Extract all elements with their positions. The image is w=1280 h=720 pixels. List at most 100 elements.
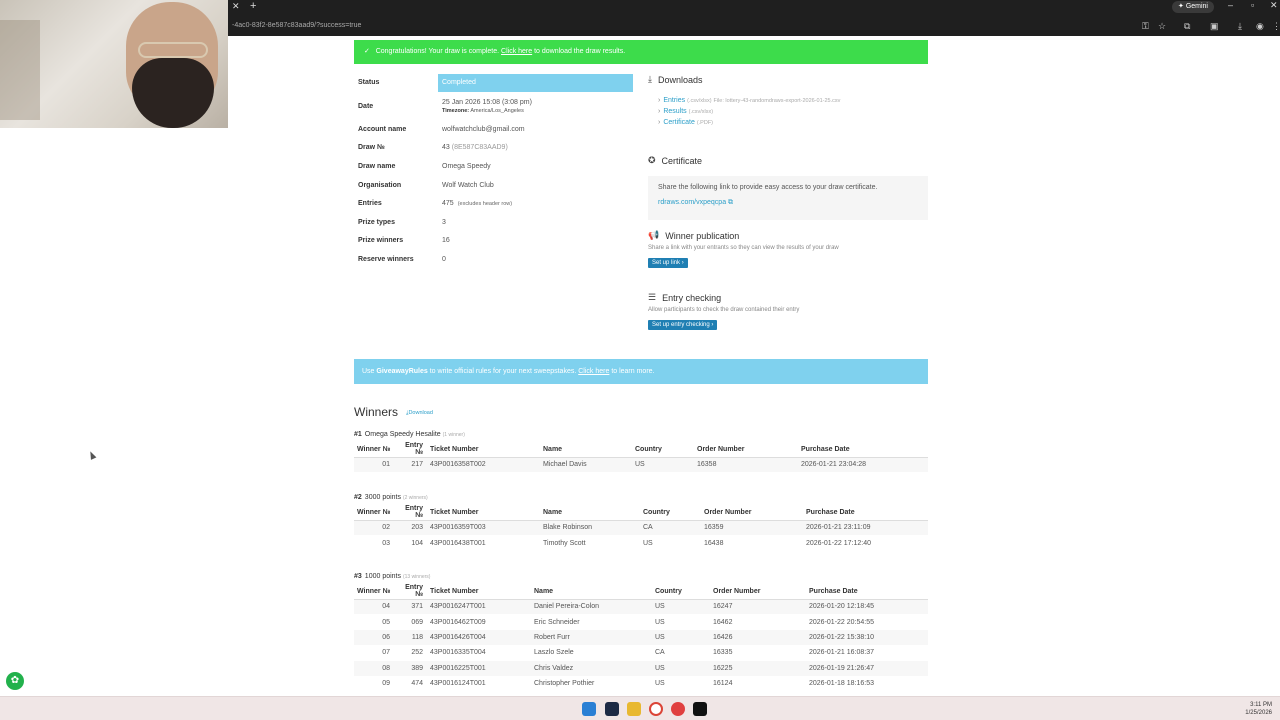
detail-label: Prize types <box>358 218 395 226</box>
webcam-overlay <box>0 0 228 128</box>
drawno-id: (8E587C83AAD9) <box>451 144 508 152</box>
table-cell: 16359 <box>701 520 803 536</box>
table-cell: 43P0016247T001 <box>427 599 531 615</box>
detail-row-drawname: Draw name Omega Speedy <box>354 158 633 177</box>
banner-download-link[interactable]: Click here <box>501 48 532 55</box>
info-link[interactable]: Click here <box>578 368 609 375</box>
table-cell: 07 <box>382 649 390 657</box>
extensions-icon[interactable]: ⧉ <box>1184 21 1190 32</box>
download-entries-ext: (.csv/xlsx) <box>687 98 712 104</box>
certificate-text: Share the following link to provide easy… <box>658 184 878 191</box>
table-header-row: Winner № Entry № Ticket Number Name Country O… <box>354 505 928 521</box>
gemini-button[interactable]: ✦ Gemini <box>1172 1 1214 13</box>
table-cell: 2026-01-21 16:08:37 <box>809 649 874 657</box>
menu-icon[interactable]: ⋮ <box>1272 21 1280 32</box>
banner-suffix: to download the draw results. <box>534 48 626 55</box>
tiktok-app-icon[interactable] <box>693 702 707 716</box>
download-results-link[interactable]: › Results (.csv/xlsx) <box>658 108 928 115</box>
table-cell: 03 <box>382 539 390 547</box>
clock-time: 3:11 PM <box>1250 702 1272 708</box>
download-icon[interactable]: ⤓ <box>1238 21 1242 32</box>
table-cell: CA <box>640 520 701 536</box>
table-cell: 371 <box>394 599 427 615</box>
certificate-link-text: rdraws.com/vxpeqcpa <box>658 199 727 206</box>
copy-icon[interactable]: ⧉ <box>728 199 733 206</box>
column-header: Country <box>652 584 710 600</box>
detail-value: wolfwatchclub@gmail.com <box>442 125 525 133</box>
winners-title: Winners <box>354 405 399 419</box>
status-badge: Completed <box>438 74 633 92</box>
download-certificate-link[interactable]: › Certificate (.PDF) <box>658 119 928 126</box>
table-cell: 104 <box>411 539 423 547</box>
check-icon: ✓ <box>364 48 370 55</box>
column-header: Purchase Date <box>803 505 928 521</box>
info-prefix: Use <box>362 368 375 375</box>
download-entries-link[interactable]: › Entries (.csv/xlsx) File: lottery-43-ra… <box>658 97 928 104</box>
table-cell: 09 <box>382 680 390 688</box>
winners-download-link[interactable]: ⤓Download <box>406 410 433 417</box>
info-brand: GiveawayRules <box>376 368 428 375</box>
downloads-section: ⤓ Downloads › Entries (.csv/xlsx) File: lo… <box>648 74 928 130</box>
table-cell: US <box>652 599 710 615</box>
setup-entry-checking-label: Set up entry checking <box>652 322 710 328</box>
detail-row-entries: Entries 475 (excludes header row) <box>354 195 633 214</box>
table-cell: 069 <box>411 618 423 626</box>
table-cell: 02 <box>354 520 394 536</box>
table-cell: 217 <box>394 457 427 473</box>
address-bar[interactable]: -4ac0-83f2-8e587c83aad9/?success=true <box>232 22 361 29</box>
profile-icon[interactable]: ◉ <box>1256 21 1264 32</box>
table-cell: 2026-01-21 23:04:28 <box>798 457 928 473</box>
recording-app-icon[interactable] <box>671 702 685 716</box>
key-icon[interactable]: ⚿ <box>1142 21 1149 32</box>
table-cell: 43P0016335T004 <box>430 649 486 657</box>
table-cell: Christopher Pothier <box>534 680 595 688</box>
close-window-icon[interactable]: ✕ <box>1270 0 1278 11</box>
system-clock[interactable]: 3:11 PM 1/25/2026 <box>1245 701 1272 717</box>
file-explorer-icon[interactable] <box>627 702 641 716</box>
terminal-app-icon[interactable] <box>605 702 619 716</box>
detail-value: 25 Jan 2026 15:08 (3:08 pm) Timezone: Am… <box>438 93 633 120</box>
detail-value: 3 <box>442 218 446 226</box>
table-cell: 474 <box>411 680 423 688</box>
windows-start-icon[interactable] <box>582 702 596 716</box>
column-header: Winner № <box>354 584 394 600</box>
table-cell: 16124 <box>713 680 733 688</box>
setup-link-button[interactable]: Set up link › <box>648 258 688 268</box>
detail-row-org: Organisation Wolf Watch Club <box>354 176 633 195</box>
setup-entry-checking-button[interactable]: Set up entry checking › <box>648 320 718 330</box>
table-cell: US <box>655 680 665 688</box>
table-cell: 389 <box>394 660 427 676</box>
table-header-row: Winner № Entry № Ticket Number Name Country O… <box>354 584 928 600</box>
table-cell: Michael Davis <box>540 457 632 473</box>
detail-row-reserve: Reserve winners 0 <box>354 251 633 270</box>
minimize-icon[interactable]: – <box>1228 0 1233 10</box>
table-cell: 16358 <box>694 457 798 473</box>
chrome-app-icon[interactable] <box>649 702 663 716</box>
table-cell: 04 <box>354 599 394 615</box>
prize-heading: #3 1000 points (13 winners) <box>354 573 430 580</box>
sidepanel-icon[interactable]: ▣ <box>1210 21 1219 32</box>
table-row: 05 069 43P0016462T009 Eric Schneider US 16462… <box>354 614 928 629</box>
table-cell: 43P0016358T002 <box>427 457 540 473</box>
winners-table: Winner № Entry № Ticket Number Name Country O… <box>354 442 928 473</box>
table-header-row: Winner № Entry № Ticket Number Name Country O… <box>354 442 928 458</box>
setup-link-label: Set up link <box>652 260 681 266</box>
table-row: 08 389 43P0016225T001 Chris Valdez US 16225 20… <box>354 660 928 676</box>
column-header: Name <box>540 505 640 521</box>
maximize-icon[interactable]: ▫ <box>1251 0 1254 10</box>
cookie-settings-icon[interactable]: ✿ <box>6 672 24 690</box>
table-cell: 2026-01-22 20:54:55 <box>809 618 874 626</box>
gemini-label: Gemini <box>1185 3 1208 10</box>
new-tab-icon[interactable]: + <box>250 0 256 12</box>
tab-close-icon[interactable]: ✕ <box>232 1 240 12</box>
download-results-label: Results <box>663 108 687 115</box>
prize-number: #3 <box>354 573 362 580</box>
detail-label: Reserve winners <box>358 256 414 264</box>
certificate-link[interactable]: rdraws.com/vxpeqcpa ⧉ <box>658 199 918 207</box>
prize-heading: #1 Omega Speedy Hesalite (1 winner) <box>354 431 465 438</box>
star-icon[interactable]: ☆ <box>1158 21 1166 32</box>
detail-value: 0 <box>442 256 446 264</box>
column-header: Order Number <box>694 442 798 458</box>
table-cell: Chris Valdez <box>531 660 652 676</box>
entry-checking-title: Entry checking <box>662 292 722 303</box>
